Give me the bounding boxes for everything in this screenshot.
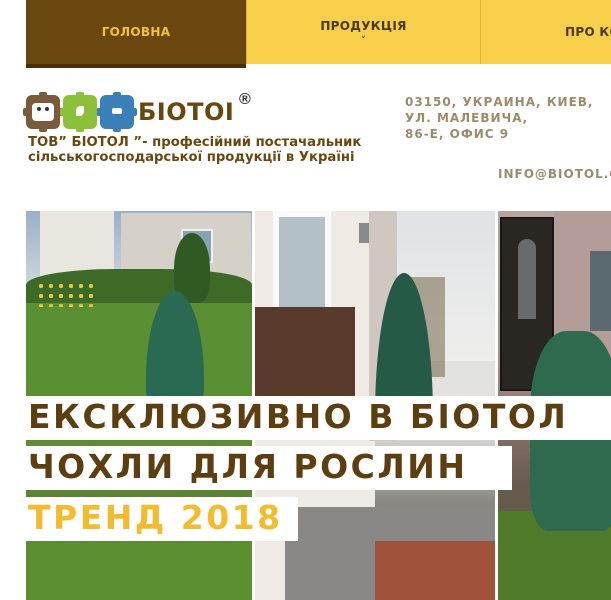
tagline-line-1: ТОВ” БІОТОЛ ”- професійний постачальник xyxy=(28,135,362,150)
site-logo[interactable]: БIOTOI ® xyxy=(23,91,266,133)
address-line-2: УЛ. МАЛЕВИЧА, xyxy=(405,111,529,125)
hero-banner: ЕКСКЛЮЗИВНО В БІОТОЛ ЧОХЛИ ДЛЯ РОСЛИН ТР… xyxy=(26,211,611,600)
chevron-down-icon: ˅ xyxy=(361,36,366,46)
nav-item-about-label: ПРО КО xyxy=(565,25,611,39)
address-line-3: 86-Е, ОФИС 9 xyxy=(405,127,510,141)
registered-mark: ® xyxy=(239,91,251,108)
hero-headline-1: ЕКСКЛЮЗИВНО В БІОТОЛ xyxy=(26,396,611,440)
logo-gear-brown-icon xyxy=(23,92,63,132)
address-line-1: 03150, УКРАИНА, КИЕВ, xyxy=(405,95,594,109)
tagline-line-2: сільськогосподарської продукції в Україн… xyxy=(28,150,355,165)
nav-item-products[interactable]: ПРОДУКЦІЯ ˅ xyxy=(246,0,480,64)
logo-gear-blue-icon xyxy=(97,92,137,132)
nav-item-home-label: ГОЛОВНА xyxy=(101,25,171,39)
company-address: 03150, УКРАИНА, КИЕВ, УЛ. МАЛЕВИЧА, 86-Е… xyxy=(405,94,594,142)
logo-gear-green-icon xyxy=(60,92,100,132)
email-link[interactable]: INFO@BIOTOL.C xyxy=(498,167,611,181)
nav-item-home[interactable]: ГОЛОВНА xyxy=(26,0,246,68)
logo-brand-text: БIOTOI xyxy=(138,98,235,126)
nav-item-about[interactable]: ПРО КО xyxy=(480,0,611,64)
company-tagline: ТОВ” БІОТОЛ ”- професійний постачальник … xyxy=(28,135,388,165)
hero-headline-2: ЧОХЛИ ДЛЯ РОСЛИН xyxy=(26,446,512,490)
main-nav: ГОЛОВНА ПРОДУКЦІЯ ˅ ПРО КО xyxy=(26,0,611,68)
nav-item-products-label: ПРОДУКЦІЯ xyxy=(320,19,407,33)
hero-headline-3: ТРЕНД 2018 xyxy=(26,497,298,541)
